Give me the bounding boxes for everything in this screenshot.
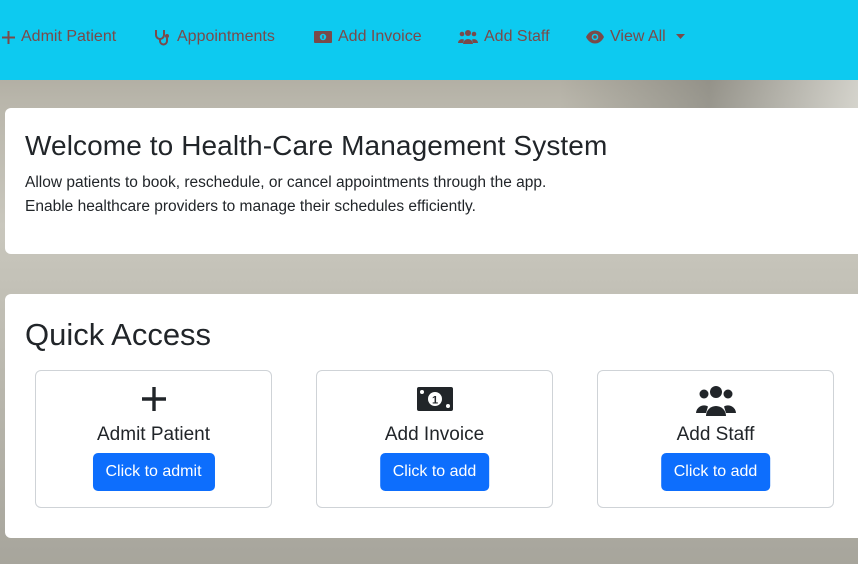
nav-appointments[interactable]: Appointments: [154, 28, 275, 46]
stethoscope-icon: [154, 29, 171, 46]
svg-text:1: 1: [431, 395, 437, 407]
nav-label: Add Invoice: [338, 28, 422, 45]
add-staff-button[interactable]: Click to add: [660, 453, 771, 491]
quick-access-admit-patient-title: Admit Patient: [97, 424, 210, 445]
nav-add-invoice[interactable]: Add Invoice: [314, 28, 422, 46]
admit-patient-button[interactable]: Click to admit: [92, 453, 215, 491]
quick-access-card: Quick Access Admit Patient Click to admi…: [5, 294, 858, 538]
money-bill-icon: 1: [317, 385, 552, 413]
welcome-card: Welcome to Health-Care Management System…: [5, 108, 858, 254]
users-icon: [458, 29, 478, 45]
users-icon: [598, 385, 833, 417]
nav-label: View All: [610, 28, 666, 45]
quick-access-add-staff-title: Add Staff: [676, 424, 755, 445]
welcome-description-line-1: Allow patients to book, reschedule, or c…: [25, 174, 547, 191]
nav-label: Appointments: [177, 28, 275, 45]
nav-label: Admit Patient: [21, 28, 117, 45]
background-image: [560, 80, 858, 110]
nav-label: Add Staff: [484, 28, 550, 45]
quick-access-add-invoice-title: Add Invoice: [384, 424, 485, 445]
plus-icon: [36, 385, 271, 413]
add-invoice-button[interactable]: Click to add: [379, 453, 490, 491]
welcome-title: Welcome to Health-Care Management System: [25, 130, 608, 161]
nav-view-all-dropdown[interactable]: View All: [586, 28, 685, 46]
plus-icon: [2, 30, 15, 44]
quick-access-admit-patient: Admit Patient Click to admit: [35, 370, 272, 508]
caret-down-icon: [675, 34, 685, 40]
eye-icon: [586, 30, 604, 44]
welcome-description-line-2: Enable healthcare providers to manage th…: [25, 198, 476, 215]
quick-access-add-invoice: 1 Add Invoice Click to add: [316, 370, 553, 508]
quick-access-add-staff: Add Staff Click to add: [597, 370, 834, 508]
money-bill-icon: [314, 30, 332, 44]
quick-access-title: Quick Access: [25, 317, 212, 352]
nav-add-staff[interactable]: Add Staff: [458, 28, 550, 46]
top-navbar: Admit Patient Appointments Add Invoice A…: [0, 0, 858, 80]
nav-admit-patient[interactable]: Admit Patient: [2, 28, 116, 46]
